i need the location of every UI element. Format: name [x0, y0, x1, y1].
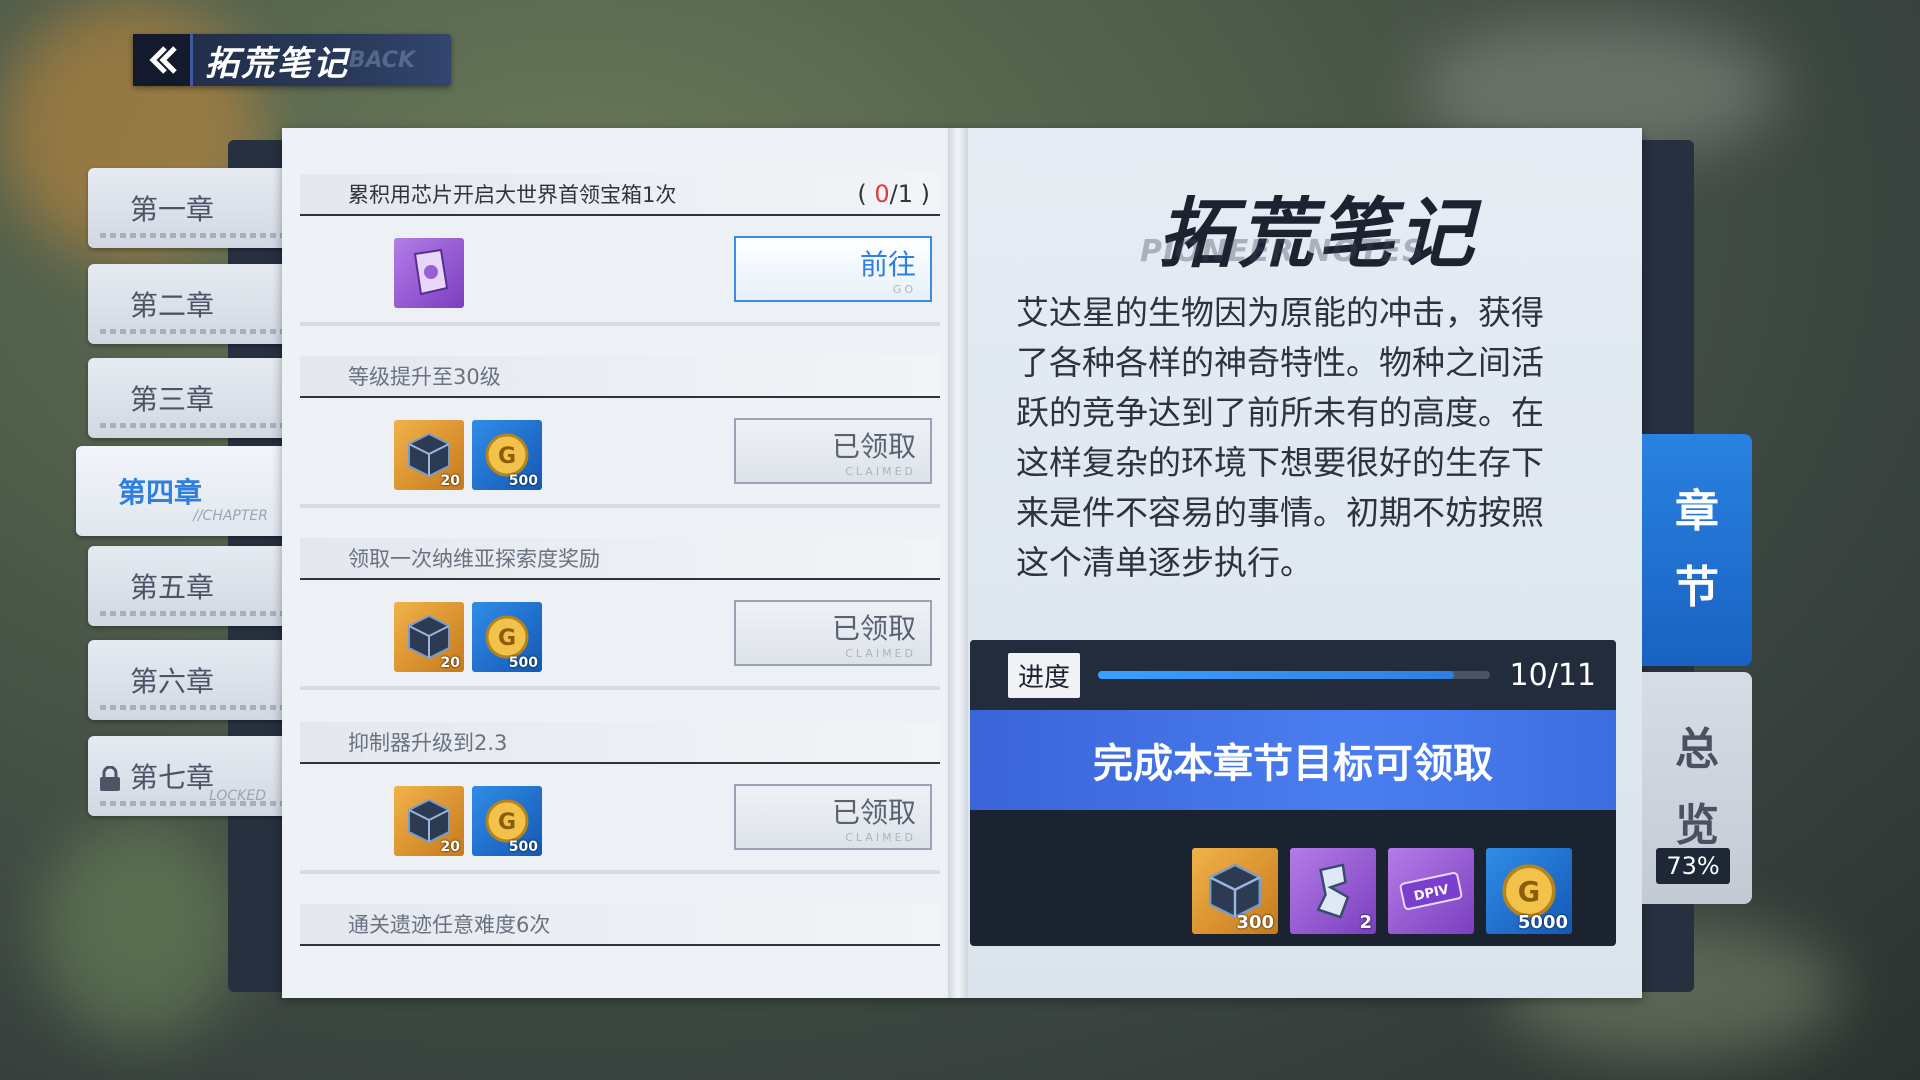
- task-card: 领取一次纳维亚探索度奖励 20 G 500 已领取 CLAIMED: [300, 538, 940, 690]
- svg-text:G: G: [498, 444, 516, 469]
- svg-text:G: G: [498, 626, 516, 651]
- reward-count: 500: [508, 655, 538, 671]
- chapter-tab-label: 第二章: [130, 289, 215, 322]
- chapter-tab-3[interactable]: 第三章: [88, 358, 284, 438]
- vehicle-part-icon: [1316, 863, 1350, 919]
- notes-description: 艾达星的生物因为原能的冲击，获得了各种各样的神奇特性。物种之间活跃的竞争达到了前…: [1016, 293, 1544, 582]
- task-title: 等级提升至30级: [348, 365, 501, 389]
- reward-item[interactable]: 20: [394, 602, 464, 672]
- task-title: 通关遗迹任意难度6次: [348, 913, 551, 937]
- reward-count: 2: [1359, 912, 1372, 933]
- chapter-tab-sublabel: //CHAPTER: [193, 508, 268, 524]
- chapter-tab-1[interactable]: 第一章: [88, 168, 284, 248]
- reward-item[interactable]: G 500: [472, 420, 542, 490]
- reward-count: 20: [440, 473, 460, 489]
- back-button[interactable]: [133, 34, 193, 86]
- claimed-button[interactable]: 已领取 CLAIMED: [734, 418, 932, 484]
- reward-item[interactable]: 2: [1290, 848, 1376, 934]
- progress-bar: [1098, 671, 1490, 679]
- chapter-tab-5[interactable]: 第五章: [88, 546, 284, 626]
- page-title: 拓荒笔记: [205, 43, 349, 84]
- reward-count: 500: [508, 839, 538, 855]
- reward-item[interactable]: 20: [394, 420, 464, 490]
- button-label: 前往: [859, 247, 916, 281]
- claimed-button[interactable]: 已领取 CLAIMED: [734, 784, 932, 850]
- claimed-button[interactable]: 已领取 CLAIMED: [734, 600, 932, 666]
- task-card: 等级提升至30级 20 G 500 已领取 CLAIMED: [300, 356, 940, 508]
- task-title: 领取一次纳维亚探索度奖励: [348, 547, 600, 571]
- chapter-tab-6[interactable]: 第六章: [88, 640, 284, 720]
- chapter-tab-7[interactable]: 第七章 LOCKED: [88, 736, 284, 816]
- reward-count: 20: [440, 655, 460, 671]
- reward-item[interactable]: [394, 238, 464, 308]
- svg-text:G: G: [498, 810, 516, 835]
- page-title-bg-text: BACK: [348, 48, 415, 73]
- chapter-tab-label: 第一章: [130, 193, 215, 226]
- svg-text:G: G: [1518, 877, 1540, 908]
- task-card: 抑制器升级到2.3 20 G 500 已领取 CLAIMED: [300, 722, 940, 874]
- chip-icon: [413, 248, 449, 296]
- overview-percent: 73%: [1656, 848, 1730, 884]
- go-button[interactable]: 前往 GO: [734, 236, 932, 302]
- reward-item[interactable]: DPIV: [1388, 848, 1474, 934]
- reward-count: 20: [440, 839, 460, 855]
- task-title: 抑制器升级到2.3: [348, 731, 508, 755]
- notes-subtitle: PIONEER NOTES: [1140, 234, 1425, 269]
- chapter-tab-2[interactable]: 第二章: [88, 264, 284, 344]
- task-card: 累积用芯片开启大世界首领宝箱1次 ( 0/1 ) 前往 GO: [300, 174, 940, 326]
- claim-text: 完成本章节目标可领取: [1093, 741, 1493, 787]
- reward-item[interactable]: G 5000: [1486, 848, 1572, 934]
- button-sublabel: CLAIMED: [845, 646, 916, 660]
- button-sublabel: CLAIMED: [845, 464, 916, 478]
- side-tab-char: 总: [1675, 724, 1719, 775]
- task-card: 通关遗迹任意难度6次: [300, 904, 940, 946]
- chapter-tab-label: 第六章: [130, 665, 215, 698]
- button-label: 已领取: [831, 429, 916, 463]
- book-spine: [948, 128, 968, 998]
- progress-fill: [1098, 671, 1454, 679]
- chapter-tab-label: 第五章: [130, 571, 215, 604]
- chapter-tab-label: 第七章: [130, 761, 215, 794]
- chapter-tab-locked-label: LOCKED: [209, 788, 266, 804]
- reward-item[interactable]: G 500: [472, 602, 542, 672]
- claim-banner: 完成本章节目标可领取: [970, 710, 1616, 810]
- progress-label: 进度: [1008, 652, 1081, 698]
- reward-item[interactable]: G 500: [472, 786, 542, 856]
- reward-item[interactable]: 300: [1192, 848, 1278, 934]
- reward-count: 5000: [1517, 912, 1568, 933]
- button-label: 已领取: [831, 611, 916, 645]
- side-tab-char: 节: [1675, 562, 1719, 613]
- back-arrow-icon: [148, 46, 177, 74]
- side-tab-chapter[interactable]: 章 节: [1642, 434, 1752, 666]
- button-sublabel: GO: [892, 282, 916, 296]
- progress-text: 10/11: [1509, 657, 1596, 693]
- side-tab-char: 章: [1675, 486, 1719, 537]
- chapter-tab-label: 第四章: [118, 476, 203, 509]
- button-label: 已领取: [831, 795, 916, 829]
- chapter-tab-4[interactable]: 第四章 //CHAPTER: [76, 446, 286, 536]
- chapter-tab-label: 第三章: [130, 383, 215, 416]
- task-title: 累积用芯片开启大世界首领宝箱1次: [348, 183, 677, 207]
- chapter-progress-panel: 进度 10/11 完成本章节目标可领取 300 2 DPIV G 5000: [970, 640, 1616, 946]
- chapter-rewards: 300 2 DPIV G 5000: [1192, 848, 1572, 934]
- button-sublabel: CLAIMED: [845, 830, 916, 844]
- lock-icon: [100, 766, 120, 791]
- task-progress: ( 0/1 ): [857, 180, 930, 208]
- reward-item[interactable]: 20: [394, 786, 464, 856]
- reward-count: 300: [1236, 912, 1274, 933]
- top-header: 拓荒笔记 BACK: [133, 34, 451, 86]
- reward-count: 500: [508, 473, 538, 489]
- dpiv-ticket-icon: DPIV: [1399, 871, 1463, 911]
